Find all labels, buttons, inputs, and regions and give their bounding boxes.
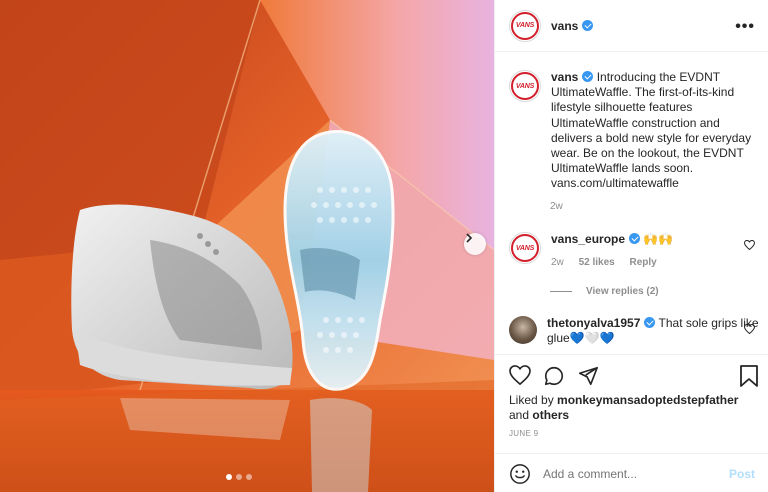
likes-user[interactable]: monkeymansadoptedstepfather [557,393,738,407]
likes-others[interactable]: others [532,408,569,422]
bookmark-save-icon[interactable] [739,365,759,387]
comment-body: thetonyalva1957 That sole grips like glu… [547,316,759,346]
likes-summary: Liked by monkeymansadoptedstepfather and… [509,393,759,423]
caption-avatar[interactable]: VANS [509,70,541,102]
verified-badge-icon [644,317,656,328]
carousel-dot [236,474,242,480]
carousel-indicator [226,474,252,480]
likes-prefix: Liked by [509,393,554,407]
comment-meta: 2w 52 likes Reply [551,255,759,270]
comment-username[interactable]: vans_europe [551,232,625,246]
author-avatar[interactable]: VANS [509,9,541,42]
view-replies-label: View replies (2) [586,286,659,297]
comment-item: thetonyalva1957 That sole grips like glu… [509,316,759,346]
like-comment-heart-icon[interactable] [744,240,755,250]
comment-bubble-icon[interactable] [543,365,565,387]
post-image[interactable] [0,0,494,492]
avatar-ring: VANS [511,11,539,40]
comment-text: 🙌🙌 [643,232,674,246]
post-header: VANS vans ••• [495,0,768,52]
add-comment-bar: Post [495,453,768,492]
caption-username[interactable]: vans [551,70,578,84]
caption-text-block: vans Introducing the EVDNT UltimateWaffl… [551,70,759,192]
comment-username[interactable]: thetonyalva1957 [547,316,640,330]
comment-avatar[interactable]: VANS [509,232,541,264]
comment-input[interactable] [543,466,729,481]
header-user: vans [551,19,594,33]
comment-item: VANS vans_europe 🙌🙌 2w 52 likes Reply [509,232,759,270]
vans-logo: VANS [515,22,535,29]
likes-and: and [509,408,530,422]
chevron-right-icon [466,233,473,243]
post-panel: VANS vans ••• VANS vans Introducing the … [494,0,768,492]
like-comment-heart-icon[interactable] [744,324,755,334]
post-comment-button[interactable]: Post [729,467,755,481]
verified-badge-icon [582,19,594,31]
smiley-icon[interactable] [509,463,531,485]
post-photo-illustration [0,0,494,492]
vans-logo: VANS [515,82,535,90]
comment-body: vans_europe 🙌🙌 2w 52 likes Reply [551,232,759,270]
comment-timestamp[interactable]: 2w [551,257,564,268]
verified-badge-icon [582,71,594,82]
carousel-dot [226,474,232,480]
post-actions: Liked by monkeymansadoptedstepfather and… [495,354,768,492]
reply-button[interactable]: Reply [630,257,657,268]
avatar-ring: VANS [511,72,539,100]
next-slide-button[interactable] [464,233,486,255]
share-paper-plane-icon[interactable] [577,365,599,387]
replies-divider [550,291,572,292]
action-icons [509,365,599,387]
more-options-icon[interactable]: ••• [735,18,755,36]
comment-likes[interactable]: 52 likes [579,257,615,268]
verified-badge-icon [629,233,641,244]
caption-text: Introducing the EVDNT UltimateWaffle. Th… [551,70,752,191]
like-heart-icon[interactable] [509,365,531,385]
post-caption: VANS vans Introducing the EVDNT Ultimate… [509,70,759,192]
comment-avatar[interactable] [509,316,537,344]
header-username[interactable]: vans [551,19,578,33]
carousel-dot [246,474,252,480]
caption-timestamp[interactable]: 2w [550,201,563,212]
vans-logo: VANS [515,244,535,252]
post-date[interactable]: JUNE 9 [509,429,538,438]
view-replies-button[interactable]: View replies (2) [550,286,659,297]
avatar-ring: VANS [511,234,539,262]
